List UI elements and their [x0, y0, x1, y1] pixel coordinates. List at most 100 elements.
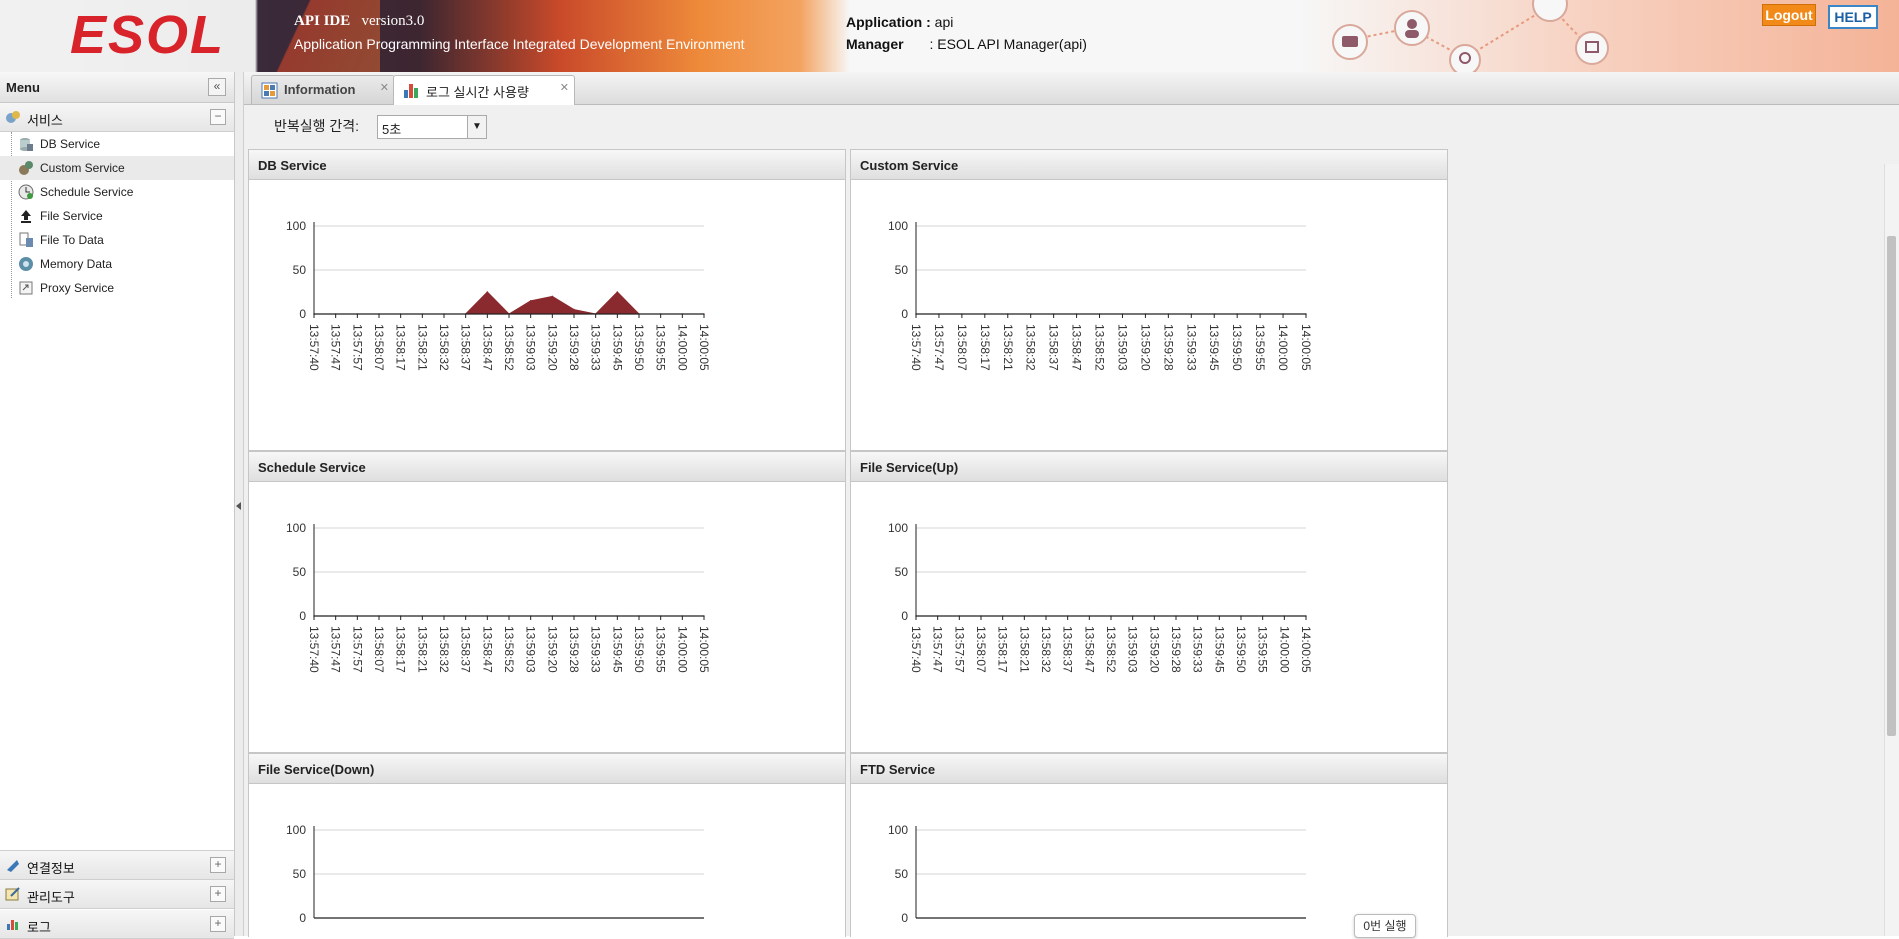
sidebar-item-file-to-data[interactable]: File To Data	[0, 228, 234, 252]
expand-icon[interactable]: +	[210, 857, 226, 873]
y-tick-label: 0	[901, 609, 908, 623]
x-tick-label: 13:59:50	[632, 626, 646, 673]
sidebar-item-proxy-service[interactable]: Proxy Service	[0, 276, 234, 300]
application-value: api	[934, 14, 954, 30]
x-tick-label: 13:59:55	[1256, 626, 1270, 673]
accordion-label: 관리도구	[27, 890, 75, 905]
x-tick-label: 13:58:32	[1024, 324, 1038, 371]
tab-realtime-log-usage[interactable]: 로그 실시간 사용량 ✕	[393, 75, 575, 105]
logout-button[interactable]: Logout	[1762, 4, 1816, 26]
x-tick-label: 13:59:03	[1126, 626, 1140, 673]
collapse-icon[interactable]: −	[210, 109, 226, 125]
x-tick-label: 13:59:50	[1230, 324, 1244, 371]
app-header: ESOL API IDE version3.0 Application Prog…	[0, 0, 1899, 72]
x-tick-label: 13:58:52	[502, 626, 516, 673]
data-point	[486, 291, 489, 293]
x-tick-label: 14:00:00	[675, 324, 689, 371]
collapse-sidebar-button[interactable]: «	[208, 78, 226, 96]
file-data-icon	[19, 232, 33, 247]
application-label: Application :	[846, 14, 931, 30]
x-tick-label: 13:59:28	[567, 626, 581, 673]
sidebar-item-schedule-service[interactable]: Schedule Service	[0, 180, 234, 204]
x-tick-label: 13:58:17	[996, 626, 1010, 673]
x-tick-label: 13:59:33	[1184, 324, 1198, 371]
accordion-services[interactable]: 서비스 −	[0, 103, 234, 132]
x-tick-label: 13:57:40	[307, 626, 321, 673]
sidebar-item-file-service[interactable]: File Service	[0, 204, 234, 228]
y-tick-label: 50	[895, 263, 909, 277]
interval-value: 5초	[382, 122, 402, 137]
chevron-down-icon[interactable]: ▼	[467, 116, 486, 138]
x-tick-label: 13:59:45	[1207, 324, 1221, 371]
sidebar-item-label: Custom Service	[40, 161, 125, 175]
x-tick-label: 13:59:33	[1191, 626, 1205, 673]
scrollbar-thumb[interactable]	[1887, 236, 1896, 736]
sidebar-item-label: DB Service	[40, 137, 101, 151]
x-tick-label: 13:59:33	[589, 324, 603, 371]
x-tick-label: 14:00:05	[697, 626, 711, 673]
collapse-arrow-icon[interactable]	[236, 502, 241, 510]
x-tick-label: 14:00:00	[675, 626, 689, 673]
chart-panel-schedule-service: Schedule Service 0 50 100 13:57:40 13:57:47 1…	[248, 451, 846, 753]
x-tick-label: 13:59:28	[1169, 626, 1183, 673]
clock-icon	[18, 184, 34, 200]
accordion-label: 연결정보	[27, 861, 75, 876]
accordion-admin-tools[interactable]: 관리도구 +	[0, 880, 234, 909]
accordion-log[interactable]: 로그 +	[0, 910, 234, 939]
chart-custom-service: 0 50 100 13:57:40 13:57:47 13:58:07 13:58:17 13…	[888, 219, 1313, 371]
accordion-connection[interactable]: 연결정보 +	[0, 850, 234, 880]
x-tick-label: 13:59:55	[1253, 324, 1267, 371]
x-tick-label: 13:59:45	[610, 324, 624, 371]
x-tick-label: 13:58:37	[459, 324, 473, 371]
link-icon	[7, 860, 19, 872]
y-tick-label: 50	[293, 565, 307, 579]
sidebar-item-custom-service[interactable]: Custom Service	[0, 156, 234, 180]
expand-icon[interactable]: +	[210, 886, 226, 902]
x-tick-label: 13:58:21	[415, 324, 429, 371]
x-tick-label: 13:57:47	[931, 626, 945, 673]
application-info: Application : api	[846, 14, 953, 30]
x-tick-label: 13:58:07	[372, 324, 386, 371]
x-tick-label: 13:58:47	[480, 324, 494, 371]
expand-icon[interactable]: +	[210, 916, 226, 932]
x-tick-label: 13:59:03	[1115, 324, 1129, 371]
execution-count-toast: 0번 실행	[1354, 914, 1416, 938]
main-content: Information ✕ 로그 실시간 사용량 ✕ 반복실행 간격: 5초 ▼…	[244, 72, 1899, 937]
chart-schedule-service: 0 50 100 13:57:40 13:57:47 13:57:57 13:58:07 13…	[286, 521, 711, 673]
sidebar-item-db-service[interactable]: DB Service	[0, 132, 234, 156]
close-icon[interactable]: ✕	[380, 81, 389, 94]
memory-disc-icon	[19, 257, 33, 271]
x-tick-label: 13:59:45	[1212, 626, 1226, 673]
y-tick-label: 50	[293, 263, 307, 277]
help-button[interactable]: HELP	[1828, 5, 1878, 29]
x-tick-label: 13:59:03	[524, 626, 538, 673]
x-tick-label: 13:57:57	[350, 626, 364, 673]
chart-title: File Service(Up)	[860, 460, 959, 475]
ide-subtitle: Application Programming Interface Integr…	[294, 36, 745, 52]
x-tick-label: 13:58:47	[1070, 324, 1084, 371]
interval-select[interactable]: 5초 ▼	[377, 115, 487, 139]
chart-panel-custom-service: Custom Service 0 50 100 13:57:40 13:57:47 13:…	[850, 149, 1448, 451]
y-tick-label: 100	[286, 219, 306, 233]
y-tick-label: 100	[888, 521, 908, 535]
x-tick-label: 13:57:47	[329, 626, 343, 673]
x-tick-label: 13:59:33	[589, 626, 603, 673]
x-tick-label: 13:58:37	[1061, 626, 1075, 673]
x-tick-label: 14:00:05	[1299, 324, 1313, 371]
y-tick-label: 50	[895, 867, 909, 881]
y-tick-label: 50	[293, 867, 307, 881]
data-point	[551, 295, 554, 298]
sidebar-title: Menu	[6, 80, 40, 95]
x-tick-label: 13:57:57	[952, 626, 966, 673]
sidebar-item-label: Proxy Service	[40, 281, 115, 295]
close-icon[interactable]: ✕	[560, 81, 569, 94]
tools-icon	[5, 887, 20, 901]
sidebar-splitter[interactable]	[235, 72, 244, 936]
vertical-scrollbar[interactable]	[1884, 164, 1899, 936]
x-tick-label: 14:00:05	[697, 324, 711, 371]
info-grid-icon	[261, 82, 278, 99]
tab-information[interactable]: Information ✕	[251, 75, 395, 104]
sidebar-item-memory-data[interactable]: Memory Data	[0, 252, 234, 276]
chart-panel-ftd-service: FTD Service 0 50 100	[850, 753, 1448, 937]
esol-logo: ESOL	[70, 5, 226, 65]
